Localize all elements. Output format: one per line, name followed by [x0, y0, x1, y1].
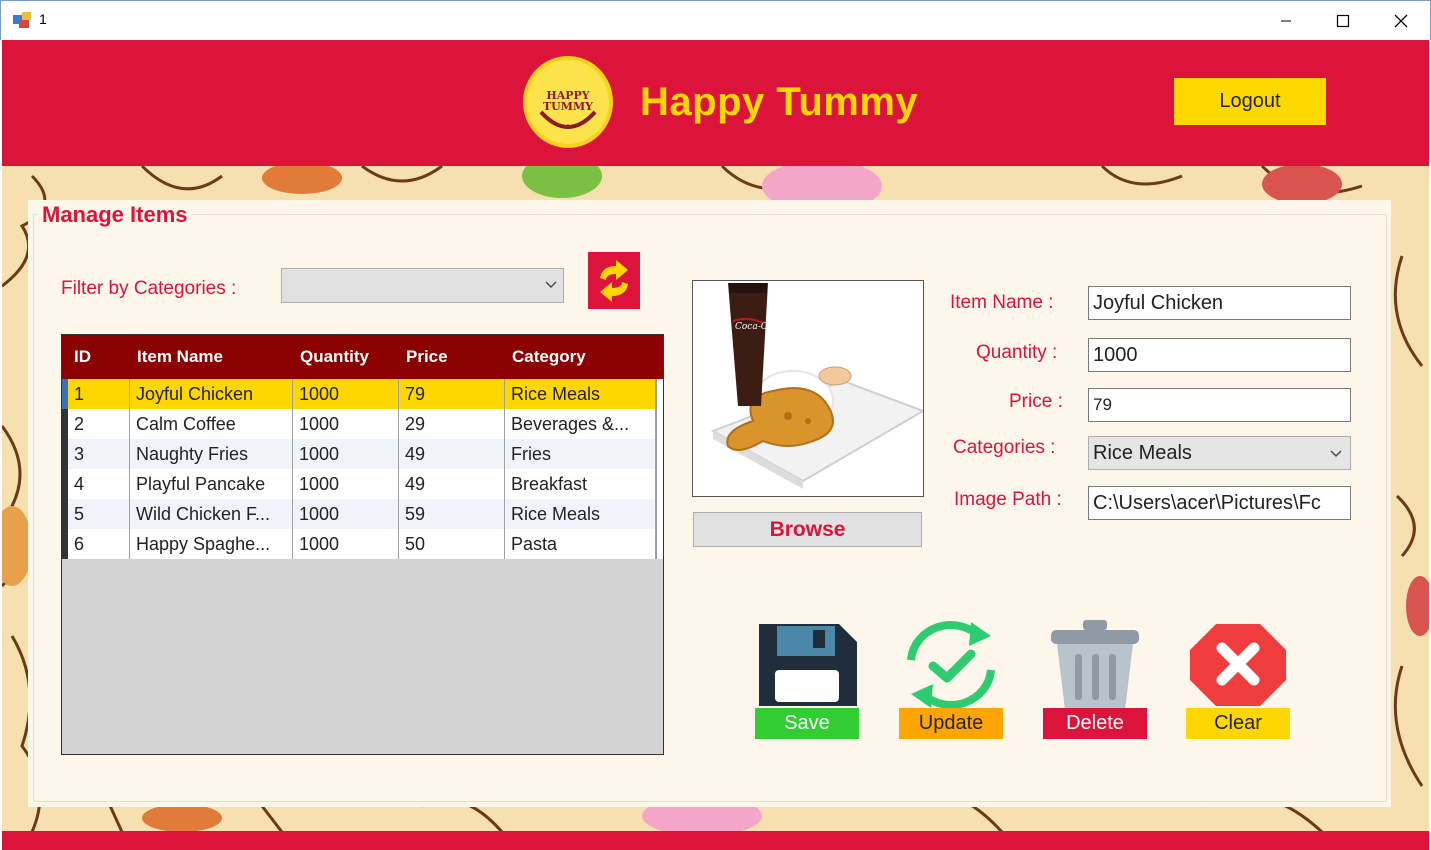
cell-price[interactable]: 49	[399, 469, 505, 499]
table-row[interactable]: 4 Playful Pancake 1000 49 Breakfast	[62, 469, 657, 499]
stop-x-icon	[1190, 624, 1286, 706]
delete-label: Delete	[1043, 708, 1147, 739]
refresh-icon	[600, 259, 628, 302]
floppy-disk-icon	[759, 624, 857, 706]
cell-quantity[interactable]: 1000	[293, 379, 399, 409]
cell-item-name[interactable]: Happy Spaghe...	[130, 529, 293, 559]
cell-category[interactable]: Fries	[505, 439, 656, 469]
trash-icon	[1051, 620, 1139, 710]
cell-item-name[interactable]: Calm Coffee	[130, 409, 293, 439]
category-filter-select[interactable]	[281, 268, 564, 303]
minimize-icon[interactable]	[1257, 1, 1315, 41]
cell-category[interactable]: Rice Meals	[505, 379, 656, 409]
save-label: Save	[755, 708, 859, 739]
cell-item-name[interactable]: Joyful Chicken	[130, 379, 293, 409]
items-grid[interactable]: ID Item Name Quantity Price Category 1 Jo…	[61, 334, 664, 755]
table-row[interactable]: 3 Naughty Fries 1000 49 Fries	[62, 439, 657, 469]
column-header-quantity[interactable]: Quantity	[300, 347, 369, 367]
column-header-price[interactable]: Price	[406, 347, 448, 367]
browse-button[interactable]: Browse	[693, 512, 922, 547]
cell-id[interactable]: 6	[68, 529, 130, 559]
table-row[interactable]: 2 Calm Coffee 1000 29 Beverages &...	[62, 409, 657, 439]
quantity-label: Quantity :	[976, 342, 1058, 363]
grid-scroll-edge	[656, 379, 663, 559]
column-header-item-name[interactable]: Item Name	[137, 347, 223, 367]
cell-quantity[interactable]: 1000	[293, 499, 399, 529]
cell-id[interactable]: 2	[68, 409, 130, 439]
cell-quantity[interactable]: 1000	[293, 529, 399, 559]
chevron-down-icon	[1330, 450, 1342, 457]
update-label: Update	[899, 708, 1003, 739]
group-title: Manage Items	[38, 202, 192, 228]
chevron-down-icon	[545, 281, 557, 288]
price-field[interactable]: 79	[1088, 388, 1351, 422]
cell-quantity[interactable]: 1000	[293, 469, 399, 499]
column-header-category[interactable]: Category	[512, 347, 586, 367]
cell-category[interactable]: Rice Meals	[505, 499, 656, 529]
categories-value: Rice Meals	[1093, 442, 1192, 464]
cell-id[interactable]: 1	[68, 379, 130, 409]
update-button[interactable]: Update	[899, 620, 1003, 745]
window-title: 1	[39, 11, 47, 27]
cell-item-name[interactable]: Playful Pancake	[130, 469, 293, 499]
quantity-field[interactable]: 1000	[1088, 338, 1351, 372]
item-image: Coca-Cola	[692, 280, 924, 497]
cell-price[interactable]: 59	[399, 499, 505, 529]
delete-button[interactable]: Delete	[1043, 620, 1147, 745]
categories-label: Categories :	[953, 437, 1056, 458]
image-path-field[interactable]: C:\Users\acer\Pictures\Fc	[1088, 486, 1351, 520]
table-row[interactable]: 1 Joyful Chicken 1000 79 Rice Meals	[62, 379, 657, 409]
maximize-icon[interactable]	[1314, 1, 1372, 41]
table-row[interactable]: 6 Happy Spaghe... 1000 50 Pasta	[62, 529, 657, 559]
coca-cola-logo: Coca-Cola	[735, 322, 781, 332]
window-titlebar: 1	[0, 0, 1431, 40]
filter-label: Filter by Categories :	[61, 278, 237, 299]
logo-text: HAPPY TUMMY	[543, 89, 593, 113]
cell-category[interactable]: Pasta	[505, 529, 656, 559]
column-header-id[interactable]: ID	[74, 347, 91, 367]
clear-button[interactable]: Clear	[1186, 620, 1290, 745]
app-title: Happy Tummy	[640, 80, 919, 124]
categories-select[interactable]: Rice Meals	[1088, 436, 1351, 470]
cell-price[interactable]: 49	[399, 439, 505, 469]
table-row[interactable]: 5 Wild Chicken F... 1000 59 Rice Meals	[62, 499, 657, 529]
grid-header: ID Item Name Quantity Price Category	[62, 335, 663, 379]
cell-item-name[interactable]: Naughty Fries	[130, 439, 293, 469]
refresh-button[interactable]	[588, 252, 640, 309]
cell-price[interactable]: 50	[399, 529, 505, 559]
save-button[interactable]: Save	[755, 620, 859, 745]
logo: HAPPY TUMMY	[523, 56, 613, 148]
cell-quantity[interactable]: 1000	[293, 439, 399, 469]
app-icon	[13, 12, 31, 28]
cell-category[interactable]: Beverages &...	[505, 409, 656, 439]
price-label: Price :	[1009, 391, 1063, 412]
food-image: Coca-Cola	[710, 283, 923, 489]
item-name-field[interactable]: Joyful Chicken	[1088, 286, 1351, 320]
clear-label: Clear	[1186, 708, 1290, 739]
cell-category[interactable]: Breakfast	[505, 469, 656, 499]
header-bar: HAPPY TUMMY Happy Tummy Logout	[2, 40, 1429, 166]
cell-price[interactable]: 29	[399, 409, 505, 439]
footer-bar	[2, 831, 1429, 850]
cell-id[interactable]: 4	[68, 469, 130, 499]
cell-price[interactable]: 79	[399, 379, 505, 409]
close-icon[interactable]	[1372, 1, 1430, 41]
item-name-label: Item Name :	[950, 292, 1054, 313]
refresh-check-icon	[907, 621, 995, 709]
image-path-label: Image Path :	[954, 489, 1062, 510]
logout-button[interactable]: Logout	[1174, 78, 1326, 125]
cell-item-name[interactable]: Wild Chicken F...	[130, 499, 293, 529]
cell-id[interactable]: 3	[68, 439, 130, 469]
cell-quantity[interactable]: 1000	[293, 409, 399, 439]
cell-id[interactable]: 5	[68, 499, 130, 529]
